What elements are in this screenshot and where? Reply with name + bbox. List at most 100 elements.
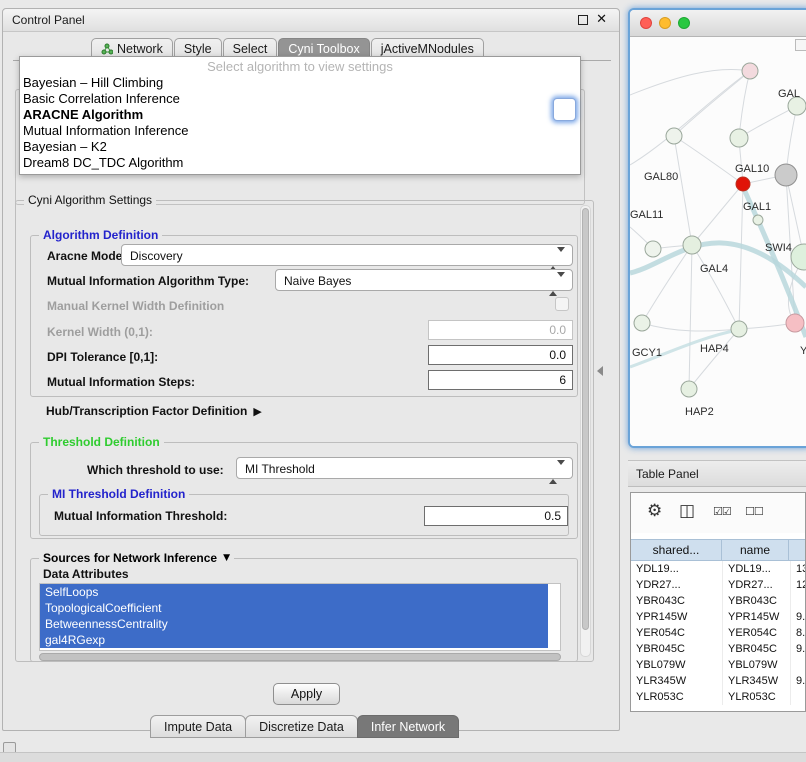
dpi-tolerance-label: DPI Tolerance [0,1]: [47, 350, 158, 364]
select-all-checkboxes-icon[interactable]: ☑☑ [713, 505, 731, 518]
minimize-traffic-light[interactable] [659, 17, 671, 29]
aracne-mode-label: Aracne Mode: [47, 249, 126, 263]
dropdown-item[interactable]: Basic Correlation Inference [20, 91, 580, 107]
network-node[interactable] [666, 128, 682, 144]
dpi-tolerance-field[interactable]: 0.0 [428, 345, 573, 365]
expand-right-icon: ▶ [253, 405, 261, 418]
manual-kernel-width-checkbox[interactable] [555, 297, 569, 311]
which-threshold-select[interactable]: MI Threshold [236, 457, 573, 479]
network-node[interactable] [736, 177, 750, 191]
dropdown-item[interactable]: Bayesian – Hill Climbing [20, 75, 580, 91]
data-attributes-list[interactable]: SelfLoops TopologicalCoefficient Between… [39, 583, 561, 651]
node-label: HAP4 [700, 343, 729, 355]
dropdown-item[interactable]: Mutual Information Inference [20, 123, 580, 139]
network-node[interactable] [753, 215, 763, 225]
threshold-definition-group: Threshold Definition Which threshold to … [30, 442, 578, 539]
mi-threshold-field[interactable]: 0.5 [424, 506, 568, 526]
node-label: HAP2 [685, 406, 714, 418]
node-label: GAL4 [700, 263, 728, 275]
collapse-down-icon: ▼ [223, 553, 230, 563]
threshold-definition-title: Threshold Definition [39, 435, 164, 449]
close-icon[interactable]: ✕ [596, 12, 607, 27]
attribute-item-selected[interactable]: BetweennessCentrality [40, 616, 548, 632]
network-node[interactable] [681, 381, 697, 397]
columns-icon[interactable]: ◫ [679, 501, 695, 521]
node-label: Y [800, 345, 806, 357]
network-canvas[interactable]: GAL GAL80 GAL10 GAL11 GAL1 SWI4 GAL4 GCY… [630, 37, 806, 448]
network-canvas-svg: GAL GAL80 GAL10 GAL11 GAL1 SWI4 GAL4 GCY… [630, 37, 806, 448]
network-view-window: GAL GAL80 GAL10 GAL11 GAL1 SWI4 GAL4 GCY… [628, 8, 806, 448]
clear-checkboxes-icon[interactable]: ☐☐ [745, 505, 763, 518]
mi-threshold-group: MI Threshold Definition Mutual Informati… [39, 494, 569, 536]
table-row[interactable]: YER054CYER054C8. [631, 625, 806, 641]
network-node[interactable] [775, 164, 797, 186]
kernel-width-field[interactable]: 0.0 [428, 320, 573, 340]
node-label: GAL80 [644, 171, 678, 183]
tab-discretize-data[interactable]: Discretize Data [245, 715, 358, 738]
network-node[interactable] [645, 241, 661, 257]
network-node[interactable] [683, 236, 701, 254]
table-row[interactable]: YBR045CYBR045C9. [631, 641, 806, 657]
table-row[interactable]: YDL19...YDL19...13 [631, 561, 806, 577]
manual-kernel-width-label: Manual Kernel Width Definition [47, 299, 224, 313]
table-row[interactable]: YLR053CYLR053C [631, 689, 806, 705]
gear-icon[interactable]: ⚙ [647, 501, 662, 521]
column-header-shared-name[interactable]: shared... [630, 539, 722, 561]
settings-scrollbar[interactable] [580, 205, 591, 657]
column-header-cut[interactable] [788, 539, 806, 561]
tab-impute-data[interactable]: Impute Data [150, 715, 246, 738]
sources-group-title: Sources for Network Inference [43, 551, 217, 565]
apply-button[interactable]: Apply [273, 683, 340, 705]
table-row[interactable]: YDR27...YDR27...12 [631, 577, 806, 593]
mi-steps-label: Mutual Information Steps: [47, 375, 195, 389]
network-node[interactable] [730, 129, 748, 147]
node-label: SWI4 [765, 242, 792, 254]
aracne-mode-select[interactable]: Discovery [121, 244, 573, 266]
attribute-item-selected[interactable]: SelfLoops [40, 584, 548, 600]
list-horizontal-scrollbar[interactable] [39, 653, 561, 661]
float-window-icon[interactable] [578, 15, 588, 25]
dropdown-item[interactable]: Dream8 DC_TDC Algorithm [20, 155, 580, 171]
which-threshold-label: Which threshold to use: [87, 463, 224, 477]
mi-steps-field[interactable]: 6 [428, 370, 573, 390]
help-button[interactable] [553, 98, 576, 121]
network-window-titlebar[interactable] [630, 10, 806, 37]
table-row[interactable]: YLR345WYLR345W9. [631, 673, 806, 689]
close-traffic-light[interactable] [640, 17, 652, 29]
mi-algorithm-type-label: Mutual Information Algorithm Type: [47, 274, 249, 288]
table-panel-bar: Table Panel [628, 460, 806, 487]
table-row[interactable]: YPR145WYPR145W9. [631, 609, 806, 625]
sources-group: Sources for Network Inference ▼ Data Att… [30, 558, 578, 662]
network-node[interactable] [742, 63, 758, 79]
algorithm-dropdown-popup: Select algorithm to view settings Bayesi… [19, 56, 581, 175]
panel-divider-grip[interactable] [597, 366, 603, 376]
zoom-traffic-light[interactable] [678, 17, 690, 29]
mi-algorithm-type-select[interactable]: Naive Bayes [275, 269, 573, 291]
dropdown-item-selected[interactable]: ARACNE Algorithm [20, 107, 580, 123]
canvas-scrollbar-button[interactable] [795, 39, 806, 51]
attribute-item-selected[interactable]: TopologicalCoefficient [40, 600, 548, 616]
network-node[interactable] [731, 321, 747, 337]
control-panel-window: Control Panel ✕ Network Style Select Cyn… [2, 8, 620, 731]
tab-infer-network[interactable]: Infer Network [357, 715, 459, 738]
control-panel-titlebar: Control Panel ✕ [3, 9, 619, 32]
combo-arrows-icon [549, 249, 565, 269]
node-label: GAL10 [735, 163, 769, 175]
network-node[interactable] [634, 315, 650, 331]
network-tab-icon [101, 43, 113, 55]
network-node[interactable] [786, 314, 804, 332]
column-header-name[interactable]: name [721, 539, 789, 561]
dropdown-item[interactable]: Bayesian – K2 [20, 139, 580, 155]
combo-arrows-icon [549, 462, 565, 482]
settings-group-title: Cyni Algorithm Settings [24, 193, 156, 207]
mi-threshold-group-title: MI Threshold Definition [48, 487, 189, 501]
table-row[interactable]: YBL079WYBL079W [631, 657, 806, 673]
attribute-item-selected[interactable]: gal4RGexp [40, 632, 548, 648]
table-row[interactable]: YBR043CYBR043C [631, 593, 806, 609]
network-node[interactable] [791, 244, 806, 270]
settings-scrollbar-thumb[interactable] [582, 208, 589, 630]
hub-definition-expander[interactable]: Hub/Transcription Factor Definition ▶ [46, 404, 262, 418]
data-attributes-label: Data Attributes [43, 567, 129, 581]
node-label: GAL [778, 88, 800, 100]
sources-group-header[interactable]: Sources for Network Inference ▼ [39, 551, 234, 565]
